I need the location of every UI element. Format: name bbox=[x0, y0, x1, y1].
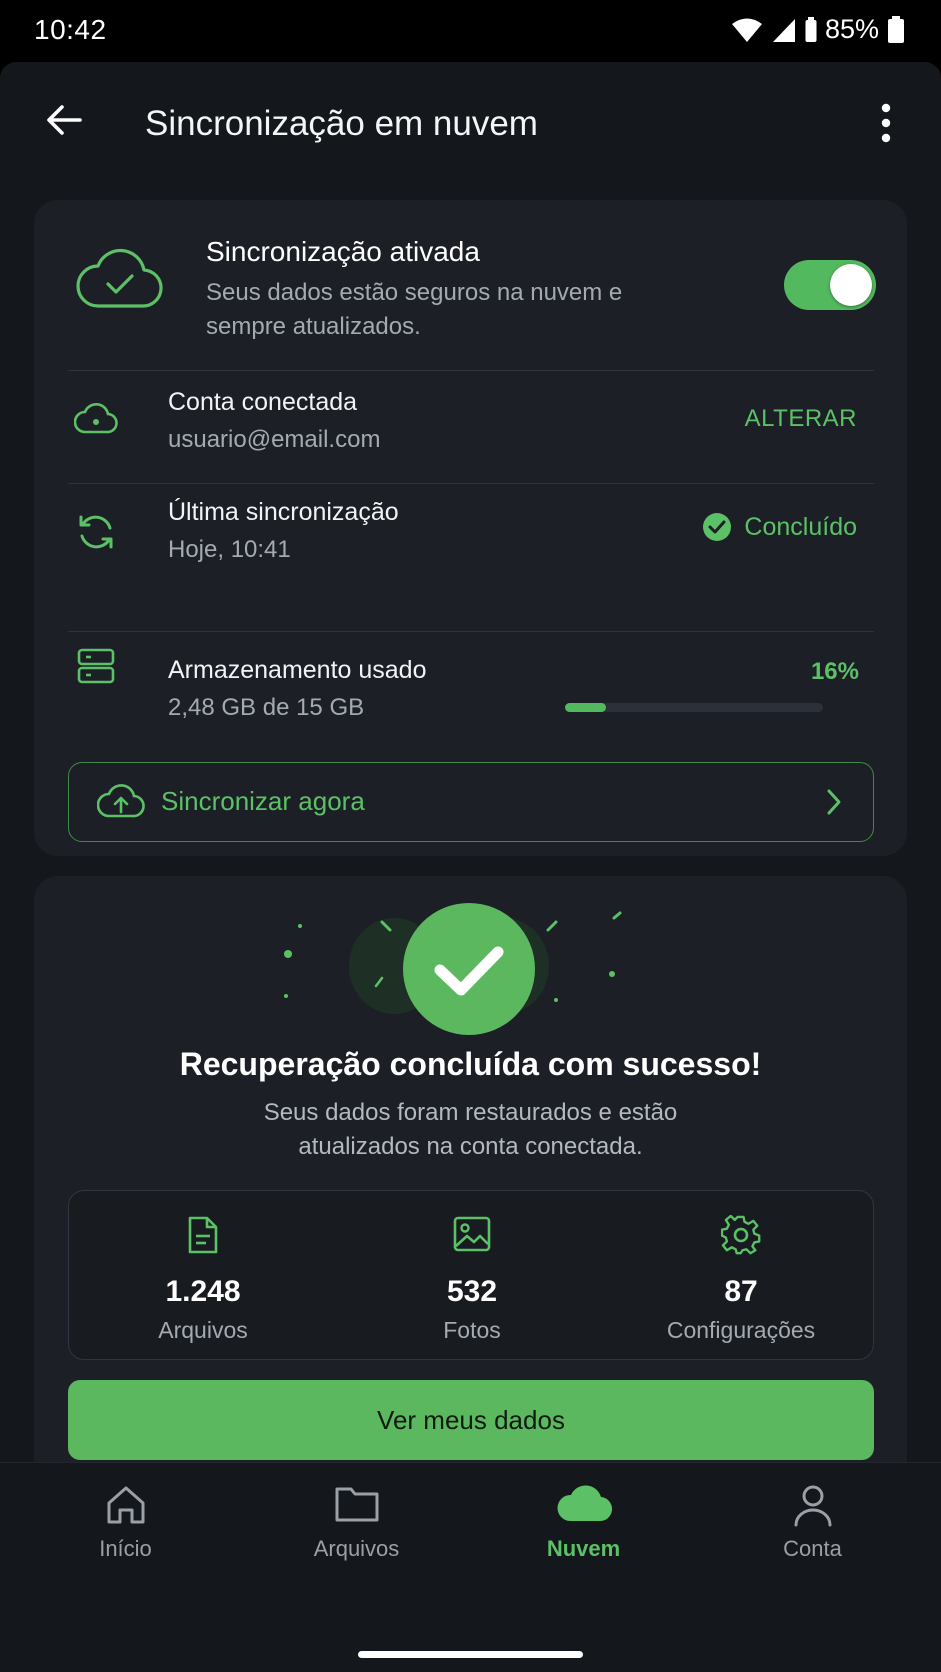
status-icons: 85% bbox=[731, 14, 905, 45]
storage-progress-fill bbox=[565, 703, 607, 712]
stat-photos-label: Fotos bbox=[443, 1317, 501, 1343]
last-sync-status: Concluído bbox=[702, 512, 857, 542]
stat-settings-label: Configurações bbox=[666, 1317, 816, 1343]
nav-label-files: Arquivos bbox=[313, 1536, 400, 1561]
nav-label-home: Início bbox=[99, 1536, 152, 1561]
success-check-icon bbox=[284, 903, 622, 1035]
bottom-navigation: Início Arquivos Nuvem Conta bbox=[0, 1462, 941, 1672]
storage-progress-track bbox=[565, 703, 823, 712]
last-sync-status-label: Concluído bbox=[744, 512, 857, 541]
app-bar: Sincronização em nuvem bbox=[0, 62, 941, 188]
change-account-button[interactable]: ALTERAR bbox=[745, 405, 857, 433]
account-title: Conta conectada bbox=[168, 388, 358, 416]
signal-icon bbox=[772, 18, 795, 42]
toggle-knob bbox=[830, 264, 872, 306]
cloud-icon bbox=[557, 1485, 612, 1522]
stat-files-value: 1.248 bbox=[165, 1275, 241, 1308]
nav-item-account[interactable]: Conta bbox=[695, 1463, 930, 1583]
nav-label-cloud: Nuvem bbox=[546, 1536, 621, 1561]
storage-row-icon-wrap bbox=[74, 644, 118, 688]
cloud-lock-icon bbox=[74, 402, 118, 434]
more-options-button[interactable] bbox=[871, 98, 901, 148]
sync-now-button[interactable]: Sincronizar agora bbox=[68, 762, 874, 842]
storage-usage: 2,48 GB de 15 GB bbox=[168, 694, 365, 721]
nav-item-cloud[interactable]: Nuvem bbox=[466, 1463, 701, 1583]
status-time: 10:42 bbox=[34, 14, 107, 45]
stat-settings-value: 87 bbox=[724, 1275, 758, 1308]
storage-title: Armazenamento usado bbox=[168, 656, 427, 684]
divider bbox=[68, 483, 874, 484]
folder-icon bbox=[335, 1487, 378, 1522]
wifi-icon bbox=[731, 18, 762, 42]
gear-icon bbox=[721, 1215, 761, 1255]
status-bar: 10:42 85% bbox=[0, 0, 941, 62]
sync-card: Sincronização ativada Seus dados estão s… bbox=[34, 200, 907, 856]
account-row-icon-wrap bbox=[74, 396, 118, 440]
stat-photos-value: 532 bbox=[446, 1275, 498, 1308]
more-vert-icon bbox=[881, 103, 891, 143]
last-sync-time: Hoje, 10:41 bbox=[168, 536, 291, 563]
stat-files-label: Arquivos bbox=[158, 1317, 248, 1343]
recovery-title: Recuperação concluída com sucesso! bbox=[179, 1046, 762, 1082]
stat-settings: 87 Configurações bbox=[607, 1191, 875, 1361]
home-indicator bbox=[358, 1651, 583, 1658]
nav-item-home[interactable]: Início bbox=[8, 1463, 243, 1583]
storage-icon bbox=[77, 648, 115, 684]
file-icon bbox=[188, 1216, 218, 1254]
screen: Sincronização em nuvem Sincronização ati… bbox=[0, 62, 941, 1672]
sync-icon bbox=[79, 515, 113, 549]
nav-item-files[interactable]: Arquivos bbox=[239, 1463, 474, 1583]
back-button[interactable] bbox=[38, 94, 90, 146]
recovery-card: Recuperação concluída com sucesso! Seus … bbox=[34, 876, 907, 1518]
person-icon bbox=[794, 1485, 831, 1527]
recovery-stats: 1.248 Arquivos 532 Fotos 87 Configuraçõe… bbox=[68, 1190, 874, 1360]
last-sync-title: Última sincronização bbox=[168, 498, 399, 526]
page-title: Sincronização em nuvem bbox=[145, 104, 538, 143]
nav-label-account: Conta bbox=[783, 1536, 842, 1561]
storage-percent: 16% bbox=[810, 658, 859, 685]
view-data-button[interactable]: Ver meus dados bbox=[68, 1380, 874, 1460]
battery-icon bbox=[888, 15, 904, 43]
recovery-description: Seus dados foram restaurados e estão atu… bbox=[263, 1099, 678, 1160]
stat-photos: 532 Fotos bbox=[338, 1191, 606, 1361]
sync-toggle[interactable] bbox=[784, 260, 876, 310]
stat-files: 1.248 Arquivos bbox=[69, 1191, 337, 1361]
battery-small-icon bbox=[805, 16, 817, 42]
sync-status-title: Sincronização ativada bbox=[206, 236, 480, 267]
check-circle-icon bbox=[703, 513, 732, 541]
divider bbox=[68, 370, 874, 371]
account-email: usuario@email.com bbox=[168, 426, 381, 453]
cloud-upload-icon bbox=[97, 784, 145, 818]
home-icon bbox=[107, 1486, 144, 1524]
sync-status-description: Seus dados estão seguros na nuvem e semp… bbox=[206, 279, 623, 340]
last-sync-row-icon-wrap bbox=[74, 510, 118, 554]
battery-percent: 85% bbox=[824, 14, 879, 44]
cloud-check-icon bbox=[76, 249, 163, 308]
chevron-right-icon bbox=[827, 789, 841, 815]
arrow-left-icon bbox=[47, 105, 82, 135]
sync-now-label: Sincronizar agora bbox=[161, 786, 365, 816]
divider bbox=[68, 631, 874, 632]
image-icon bbox=[453, 1216, 491, 1252]
